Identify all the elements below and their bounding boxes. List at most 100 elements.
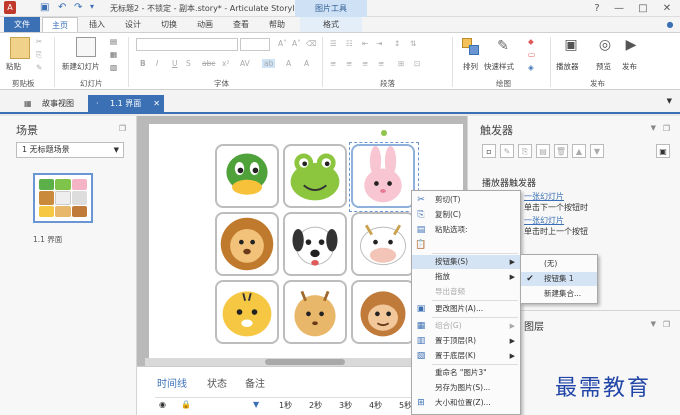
minimize-button[interactable]: — [608, 1, 630, 16]
undo-icon[interactable]: ↶ [58, 2, 66, 13]
panel-restore-icon[interactable]: ❐ [119, 124, 126, 133]
shape-outline-icon[interactable]: ▭ [528, 50, 535, 59]
context-menu-item[interactable]: ▧ 置于底层(K) ▶ [412, 349, 520, 363]
new-slide-button[interactable]: 新建幻灯片 [62, 61, 100, 72]
picture-cow[interactable] [351, 212, 415, 276]
paste-trigger-icon[interactable]: ▤ [536, 144, 550, 158]
panel-menu-icon[interactable]: ▼ [651, 124, 656, 132]
cut-icon[interactable]: ✂ [36, 37, 42, 46]
context-menu-item[interactable]: ▤ 粘贴选项: [412, 223, 520, 237]
scene-select[interactable]: 1 无标题场景 ▼ [16, 142, 124, 158]
tab-animations[interactable]: 动画 [190, 17, 220, 32]
align-text-icon[interactable]: ⊞ [398, 59, 404, 68]
eye-icon[interactable]: ◉ [159, 400, 166, 409]
tab-transitions[interactable]: 切换 [154, 17, 184, 32]
paste-icon[interactable] [10, 37, 30, 59]
shrink-font-icon[interactable]: A˅ [292, 39, 301, 48]
picture-duck[interactable] [215, 144, 279, 208]
copy-icon[interactable]: ⎘ [36, 50, 42, 60]
panel-menu-icon[interactable]: ▼ [651, 320, 656, 328]
quick-styles-icon[interactable]: ✎ [494, 38, 512, 56]
bold-icon[interactable]: B [140, 59, 146, 68]
font-size-select[interactable] [240, 38, 270, 51]
arrange-button[interactable]: 排列 [463, 61, 478, 72]
context-menu-item[interactable]: ✂ 剪切(T) [412, 193, 520, 207]
layout-icon[interactable]: ▤ [110, 37, 117, 46]
panel-restore-icon[interactable]: ❐ [663, 124, 670, 133]
variables-icon[interactable]: ▣ [656, 144, 670, 158]
superscript-icon[interactable]: x² [222, 59, 229, 68]
bullets-icon[interactable]: ☰ [330, 39, 337, 48]
lock-icon[interactable]: 🔒 [181, 400, 191, 409]
playhead-icon[interactable]: ▼ [253, 400, 259, 409]
context-menu-item[interactable]: ▥ 置于顶层(R) ▶ [412, 334, 520, 348]
tabs-dropdown-icon[interactable]: ▼ [667, 97, 672, 105]
preview-button[interactable]: 预览 [596, 61, 611, 72]
context-menu-item[interactable]: ⎘ 复制(C) [412, 208, 520, 222]
player-icon[interactable]: ▣ [562, 37, 580, 55]
tab-format[interactable]: 格式 [300, 17, 362, 32]
text-effects-icon[interactable]: A [304, 59, 309, 68]
char-spacing-icon[interactable]: AV [240, 59, 250, 68]
copy-trigger-icon[interactable]: ⎘ [518, 144, 532, 158]
move-up-icon[interactable]: ▲ [572, 144, 586, 158]
tab-help[interactable]: 帮助 [262, 17, 292, 32]
clear-format-icon[interactable]: ⌫ [306, 39, 317, 48]
strikethrough-icon[interactable]: abc [202, 59, 215, 68]
justify-icon[interactable]: ≡ [378, 59, 384, 68]
shape-fill-icon[interactable]: ◆ [528, 37, 534, 46]
align-left-icon[interactable]: ≡ [330, 59, 336, 68]
rotate-handle-icon[interactable] [381, 130, 387, 136]
picture-monkey[interactable] [351, 280, 415, 344]
tab-design[interactable]: 设计 [118, 17, 148, 32]
context-menu-item[interactable]: 重命名 "图片3" [412, 366, 520, 380]
format-painter-icon[interactable]: ✎ [36, 63, 42, 72]
context-menu-item[interactable]: 按钮集(S) ▶ [412, 255, 520, 269]
quick-styles-button[interactable]: 快速样式 [484, 61, 514, 72]
delete-trigger-icon[interactable]: 🗑 [554, 144, 568, 158]
context-menu-item[interactable]: 另存为图片(S)... [412, 381, 520, 395]
panel-restore-icon[interactable]: ❐ [663, 320, 670, 329]
tab-insert[interactable]: 插入 [82, 17, 112, 32]
context-menu-item[interactable]: ▣ 更改图片(A)... [412, 302, 520, 316]
publish-button[interactable]: 发布 [622, 61, 637, 72]
new-slide-icon[interactable] [76, 37, 96, 57]
help-circle-icon[interactable]: ● [664, 17, 676, 32]
line-spacing-icon[interactable]: ↕ [394, 39, 400, 48]
italic-icon[interactable]: I [156, 59, 158, 68]
text-direction-icon[interactable]: ⇅ [410, 39, 416, 48]
tab-notes[interactable]: 备注 [245, 375, 265, 390]
new-trigger-icon[interactable]: ▫ [482, 144, 496, 158]
picture-lion[interactable] [215, 212, 279, 276]
picture-tiger[interactable] [215, 280, 279, 344]
grow-font-icon[interactable]: A˄ [278, 39, 287, 48]
customize-qat-icon[interactable]: ▾ [90, 2, 94, 11]
scrollbar-thumb[interactable] [265, 359, 345, 365]
shape-effects-icon[interactable]: ◈ [528, 63, 534, 72]
player-button[interactable]: 播放器 [556, 61, 579, 72]
picture-rabbit[interactable] [351, 144, 415, 208]
tab-file[interactable]: 文件 [4, 17, 40, 32]
picture-dog[interactable] [283, 212, 347, 276]
increase-indent-icon[interactable]: ⇥ [376, 39, 382, 48]
reset-slide-icon[interactable]: ▧ [110, 63, 117, 72]
decrease-indent-icon[interactable]: ⇤ [362, 39, 368, 48]
font-color-icon[interactable]: A [286, 59, 291, 68]
align-center-icon[interactable]: ≡ [346, 59, 352, 68]
paste-button[interactable]: 粘贴 [6, 61, 21, 72]
font-name-select[interactable] [136, 38, 238, 51]
help-icon[interactable]: ? [586, 1, 608, 16]
save-icon[interactable]: ▣ [40, 2, 49, 13]
preview-icon[interactable]: ◎ [596, 37, 614, 55]
maximize-button[interactable]: □ [632, 1, 654, 16]
numbering-icon[interactable]: ☷ [346, 39, 353, 48]
submenu-item[interactable]: 新建集合... [521, 287, 597, 301]
arrange-icon[interactable] [462, 38, 480, 56]
trigger-link-2[interactable]: 一张幻灯片 [524, 215, 564, 226]
redo-icon[interactable]: ↷ [74, 2, 82, 13]
underline-icon[interactable]: U [172, 59, 178, 68]
tab-slide-1-1[interactable]: · 1.1 界面 ✕ [88, 95, 164, 113]
picture-deer[interactable] [283, 280, 347, 344]
tab-states[interactable]: 状态 [207, 375, 227, 390]
submenu-item[interactable]: ✔ 按钮集 1 [521, 272, 597, 286]
